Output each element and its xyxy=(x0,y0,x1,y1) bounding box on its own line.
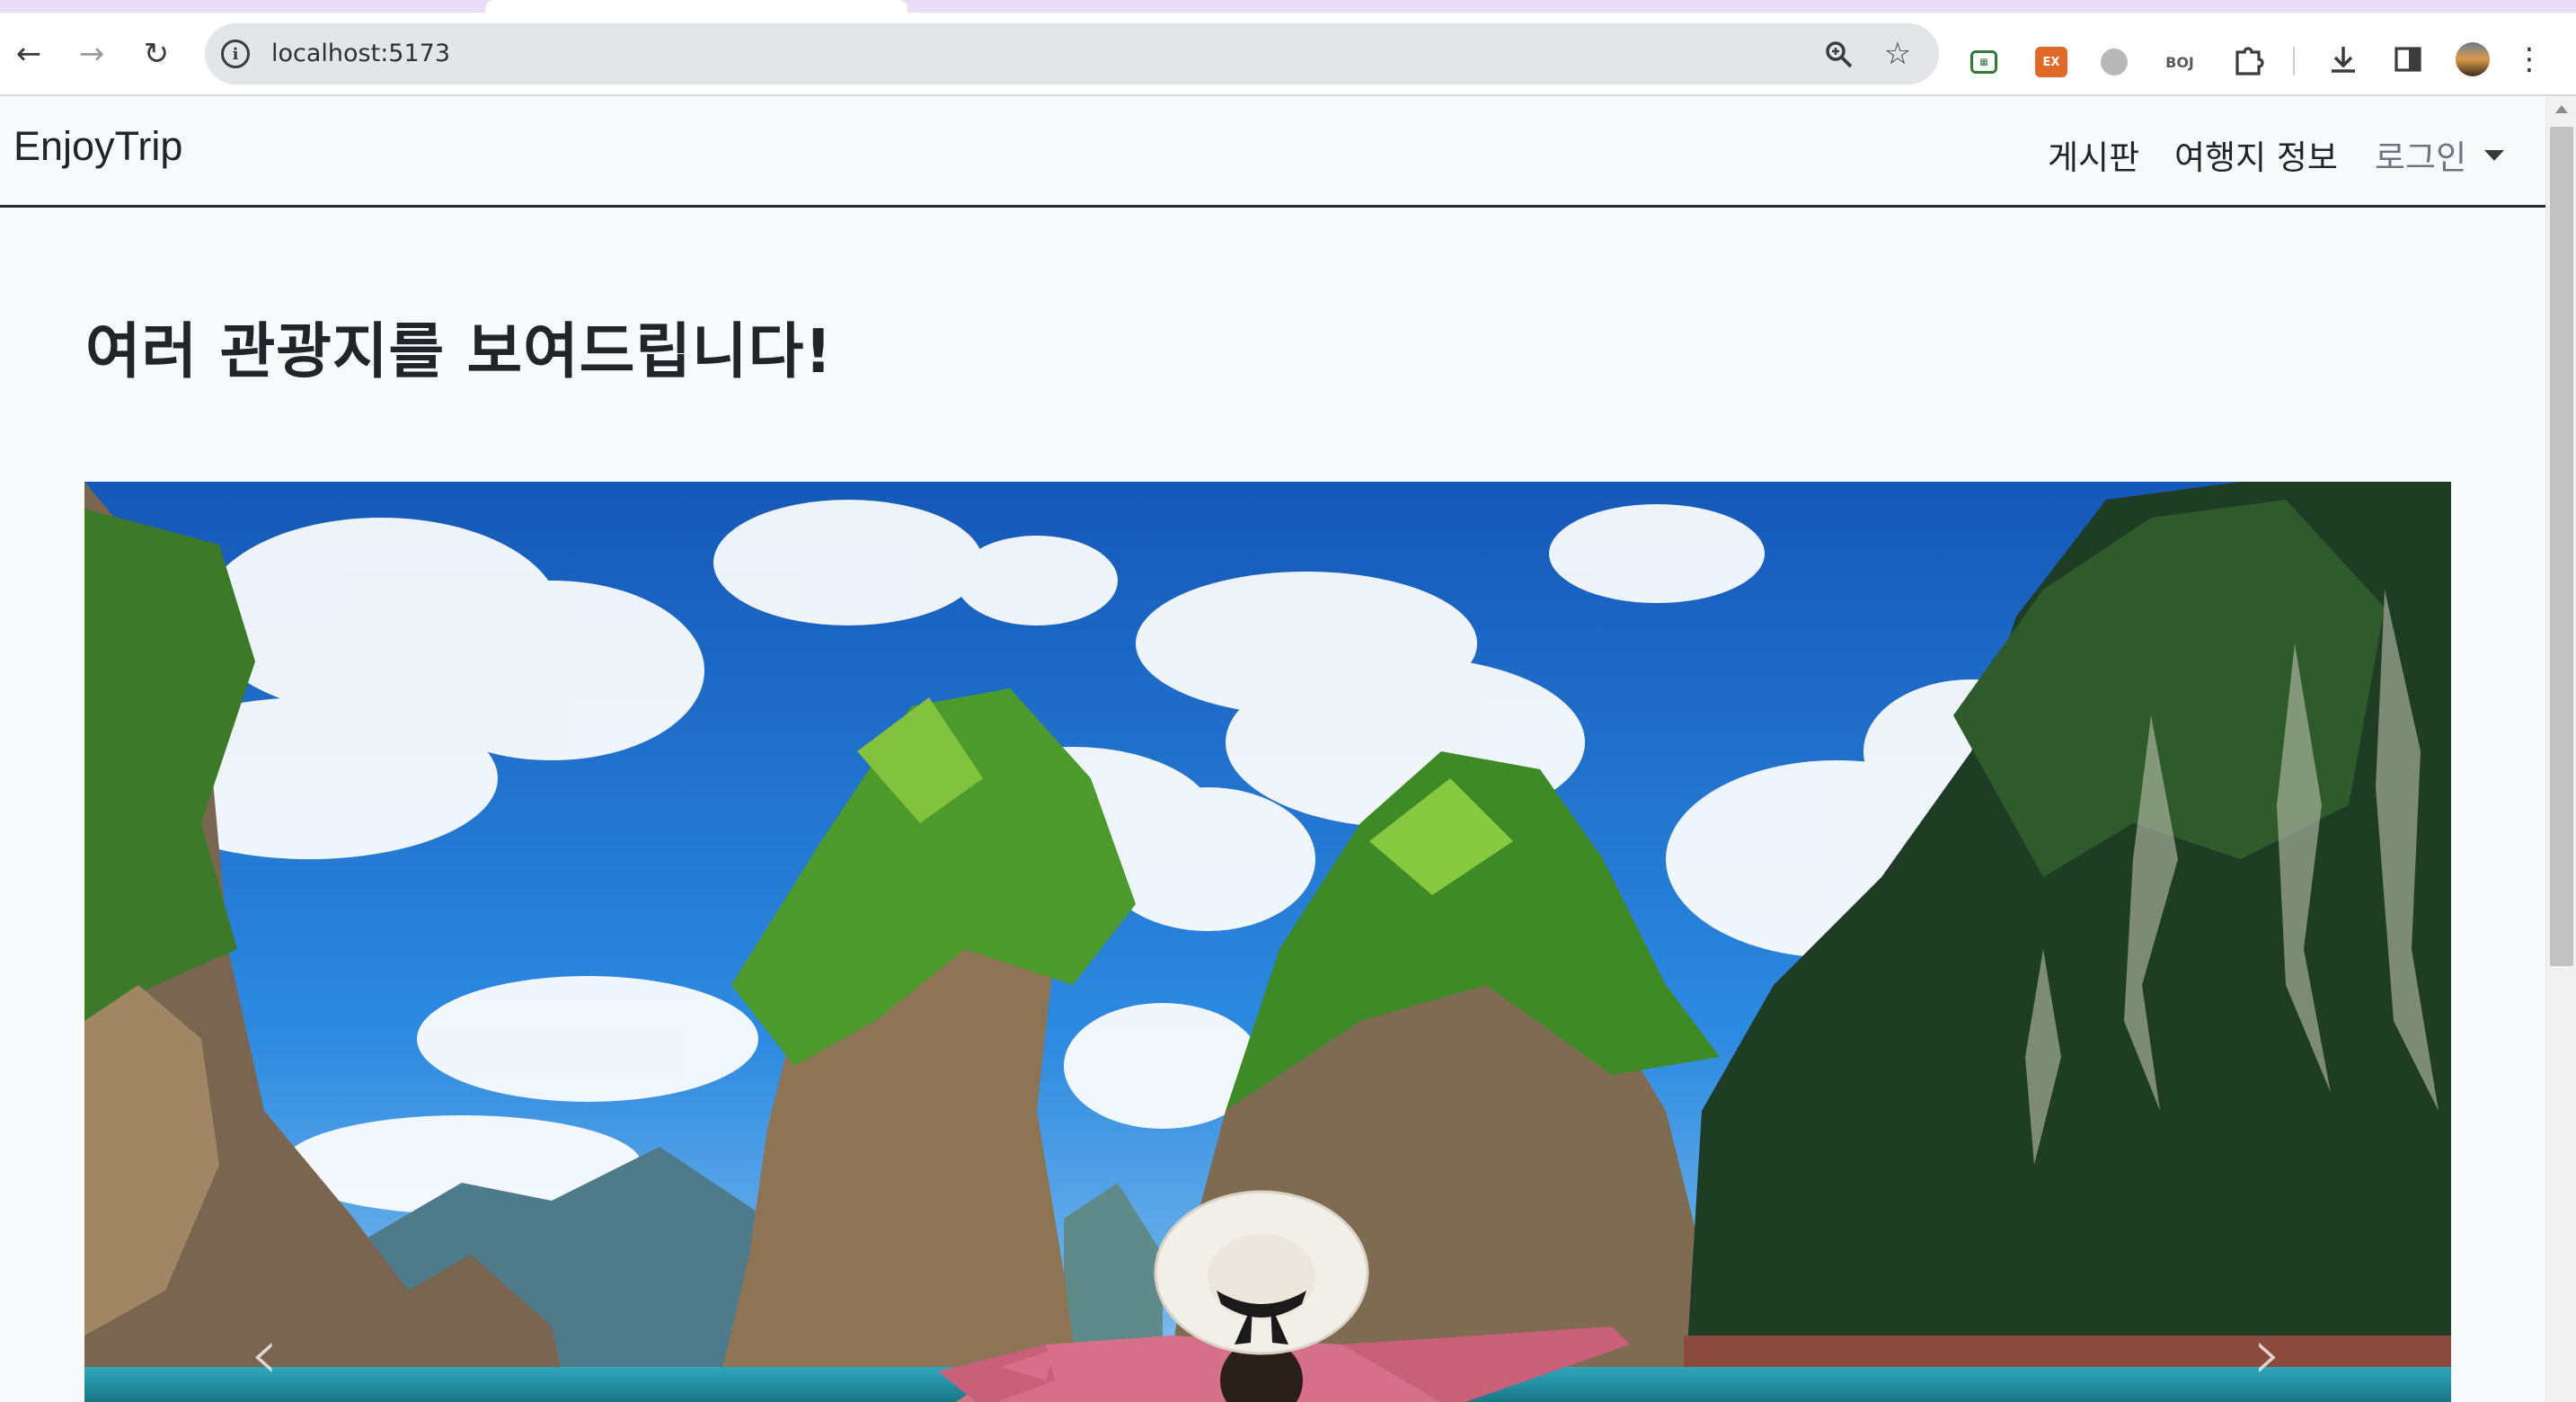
web-page: EnjoyTrip 게시판 여행지 정보 로그인 여러 관광지를 보여드립니다! xyxy=(0,96,2545,1402)
arrow-left-icon: ← xyxy=(15,36,42,72)
ex-extension-icon[interactable]: EX xyxy=(2035,47,2067,77)
scroll-up-arrow-icon[interactable] xyxy=(2555,105,2568,113)
arrow-right-icon: → xyxy=(78,36,105,72)
chevron-down-icon[interactable] xyxy=(2484,150,2504,161)
scrollbar-thumb[interactable] xyxy=(2550,127,2573,966)
page-scrollbar[interactable] xyxy=(2545,96,2576,1402)
image-carousel[interactable]: ‹ › xyxy=(84,482,2451,1402)
active-tab[interactable] xyxy=(485,0,907,13)
side-panel-icon[interactable] xyxy=(2388,40,2428,79)
address-bar[interactable]: i localhost:5173 ☆ xyxy=(205,23,1939,84)
boj-extension-icon[interactable]: BOJ xyxy=(2164,47,2196,77)
kebab-menu-icon[interactable]: ⋮ xyxy=(2514,40,2545,79)
puzzle-icon[interactable] xyxy=(2228,40,2268,79)
url-text[interactable]: localhost:5173 xyxy=(271,23,450,84)
chevron-right-icon: › xyxy=(2253,1311,2282,1396)
nav-link-board[interactable]: 게시판 xyxy=(2048,130,2139,179)
site-navbar: EnjoyTrip 게시판 여행지 정보 로그인 xyxy=(0,96,2545,208)
carousel-slide-image xyxy=(84,482,2451,1402)
reload-icon: ↻ xyxy=(143,36,170,72)
star-icon[interactable]: ☆ xyxy=(1880,36,1916,72)
info-icon[interactable]: i xyxy=(221,40,250,68)
nav-link-login-dropdown[interactable]: 로그인 xyxy=(2375,130,2466,179)
forward-button[interactable]: → xyxy=(72,34,111,74)
green-extension-icon[interactable]: ▦ xyxy=(1970,50,1997,74)
gray-extension-icon[interactable] xyxy=(2101,49,2128,75)
zoom-icon[interactable] xyxy=(1820,36,1856,72)
reload-button[interactable]: ↻ xyxy=(137,34,176,74)
chevron-left-icon: ‹ xyxy=(250,1311,279,1396)
back-button[interactable]: ← xyxy=(9,34,49,74)
browser-tab-strip xyxy=(0,0,2576,13)
toolbar-divider xyxy=(2293,47,2295,75)
profile-avatar[interactable] xyxy=(2453,40,2492,79)
nav-link-travel-info[interactable]: 여행지 정보 xyxy=(2174,130,2338,179)
brand-logo-link[interactable]: EnjoyTrip xyxy=(13,123,182,170)
page-title: 여러 관광지를 보여드립니다! xyxy=(85,316,833,386)
carousel-prev-button[interactable]: ‹ xyxy=(237,1312,291,1396)
download-icon[interactable] xyxy=(2324,40,2363,79)
carousel-next-button[interactable]: › xyxy=(2241,1312,2295,1396)
browser-toolbar: ← → ↻ i localhost:5173 ☆ ▦ EX BOJ ⋮ xyxy=(0,13,2576,96)
